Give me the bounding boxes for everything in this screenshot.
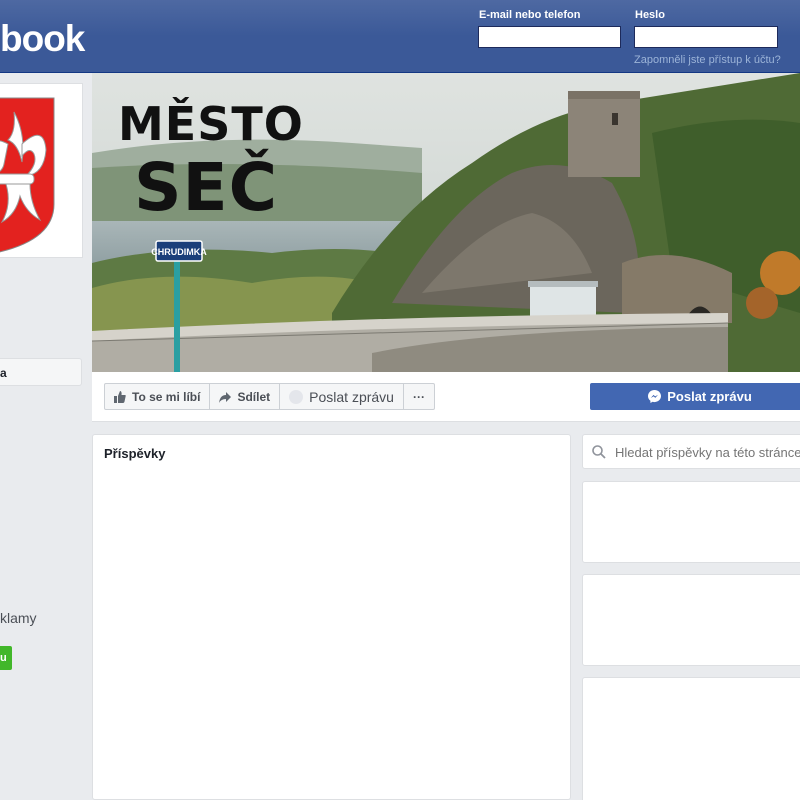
send-message-button[interactable]: Poslat zprávu bbox=[280, 384, 404, 409]
posts-title: Příspěvky bbox=[104, 446, 166, 461]
ads-text: klamy bbox=[0, 610, 37, 626]
like-label: To se mi líbí bbox=[132, 389, 201, 404]
more-options-button[interactable]: ··· bbox=[404, 384, 434, 409]
cover-title-line2: SEČ bbox=[134, 149, 279, 226]
profile-picture[interactable] bbox=[0, 83, 83, 258]
right-card-3 bbox=[582, 677, 800, 800]
create-button[interactable]: u bbox=[0, 646, 12, 670]
send-message-label: Poslat zprávu bbox=[309, 388, 394, 405]
messenger-send-button[interactable]: Poslat zprávu bbox=[590, 383, 800, 410]
messenger-send-label: Poslat zprávu bbox=[667, 389, 752, 404]
sign-text: CHRUDIMKA bbox=[151, 247, 207, 257]
cover-title-line1: MĚSTO bbox=[118, 97, 304, 151]
password-field[interactable] bbox=[634, 26, 778, 48]
cover-photo[interactable]: CHRUDIMKA MĚSTO SEČ bbox=[92, 73, 800, 372]
action-button-group: To se mi líbí Sdílet Poslat zprávu ··· bbox=[104, 383, 435, 410]
search-icon bbox=[592, 445, 606, 459]
messenger-bolt-icon bbox=[648, 390, 662, 403]
page-search-box[interactable] bbox=[582, 434, 800, 469]
posts-section: Příspěvky bbox=[92, 434, 571, 800]
like-button[interactable]: To se mi líbí bbox=[105, 384, 211, 409]
share-arrow-icon bbox=[219, 391, 232, 403]
right-card-2 bbox=[582, 574, 800, 666]
left-column: a klamy u bbox=[0, 73, 92, 800]
password-label: Heslo bbox=[635, 9, 665, 21]
thumbs-up-icon bbox=[114, 390, 126, 403]
left-nav-item[interactable]: a bbox=[0, 358, 82, 386]
messenger-icon bbox=[289, 389, 304, 404]
forgot-account-link[interactable]: Zapomněli jste přístup k účtu? bbox=[634, 54, 781, 66]
email-field[interactable] bbox=[478, 26, 621, 48]
more-dots-icon: ··· bbox=[412, 389, 425, 404]
share-label: Sdílet bbox=[237, 389, 271, 404]
email-label: E-mail nebo telefon bbox=[479, 9, 581, 21]
top-bar: book E-mail nebo telefon Heslo Zapomněli… bbox=[0, 0, 800, 73]
facebook-logo[interactable]: book bbox=[0, 18, 85, 60]
share-button[interactable]: Sdílet bbox=[210, 384, 281, 409]
coat-of-arms-image bbox=[0, 84, 82, 257]
right-card-1 bbox=[582, 481, 800, 563]
search-input[interactable] bbox=[615, 442, 800, 462]
page-action-bar: To se mi líbí Sdílet Poslat zprávu ··· P… bbox=[92, 372, 800, 422]
